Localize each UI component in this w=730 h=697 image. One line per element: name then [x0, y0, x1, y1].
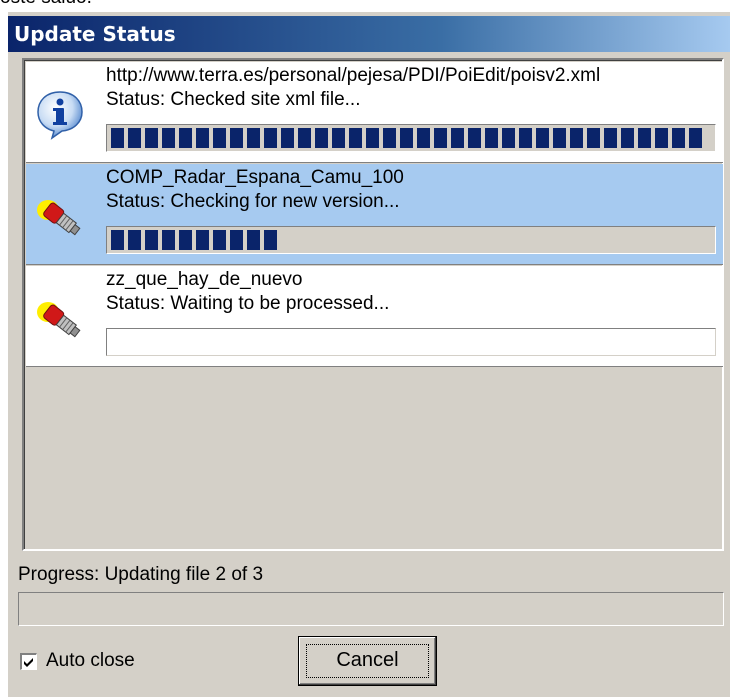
item-progress-bar [106, 124, 716, 152]
item-progress-bar [106, 226, 716, 254]
item-status: Status: Checked site xml file... [106, 89, 361, 110]
update-list[interactable]: http://www.terra.es/personal/pejesa/PDI/… [22, 58, 724, 551]
item-status: Status: Waiting to be processed... [106, 293, 390, 314]
update-status-dialog: Update Status http://www.terra.es/person… [8, 12, 730, 697]
plug-icon [37, 302, 81, 338]
overall-progress-label: Progress: Updating file 2 of 3 [18, 564, 264, 585]
progress-fill [111, 128, 702, 148]
plug-icon [37, 200, 81, 236]
dialog-title: Update Status [14, 22, 176, 46]
progress-fill [111, 230, 277, 250]
info-icon [37, 91, 83, 140]
title-bar[interactable]: Update Status [8, 16, 730, 52]
background-text-fragment: oste saluo. [0, 0, 92, 9]
auto-close-option[interactable]: Auto close [20, 649, 135, 673]
item-status: Status: Checking for new version... [106, 191, 400, 212]
checkmark-icon [24, 657, 33, 667]
auto-close-checkbox[interactable] [20, 652, 37, 670]
cancel-button-label: Cancel [336, 649, 399, 671]
overall-progress-bar [18, 592, 724, 626]
list-item[interactable]: COMP_Radar_Espana_Camu_100 Status: Check… [26, 164, 723, 265]
item-title: COMP_Radar_Espana_Camu_100 [106, 167, 404, 188]
item-title: http://www.terra.es/personal/pejesa/PDI/… [106, 65, 601, 86]
item-progress-bar [106, 328, 716, 356]
cancel-button[interactable]: Cancel [298, 636, 437, 686]
list-item[interactable]: http://www.terra.es/personal/pejesa/PDI/… [26, 62, 723, 163]
item-title: zz_que_hay_de_nuevo [106, 269, 303, 290]
list-item[interactable]: zz_que_hay_de_nuevo Status: Waiting to b… [26, 266, 723, 367]
background-window-fragment: oste saluo. [0, 0, 730, 12]
auto-close-label: Auto close [46, 650, 135, 671]
